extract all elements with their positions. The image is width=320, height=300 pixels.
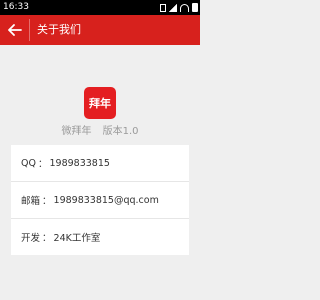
app-logo: 拜年: [84, 87, 116, 119]
contact-row-qq: QQ ： 1989833815: [11, 145, 189, 181]
contact-row-email: 邮箱 ： 1989833815@qq.com: [11, 182, 189, 218]
contact-label: 邮箱: [21, 196, 41, 207]
app-version: 版本1.0: [102, 126, 139, 137]
status-time: 16:33: [3, 2, 29, 12]
app-bar: 关于我们: [0, 15, 200, 45]
contact-value: 1989833815@qq.com: [53, 194, 159, 206]
signal-icon: [169, 3, 177, 12]
contact-row-developer: 开发 ： 24K工作室: [11, 219, 189, 255]
app-logo-text: 拜年: [89, 97, 111, 110]
app-name: 微拜年: [61, 126, 92, 137]
app-name-version: 微拜年 版本1.0: [0, 125, 200, 139]
contact-label: 开发: [21, 233, 41, 244]
contact-info-card: QQ ： 1989833815 邮箱 ： 1989833815@qq.com 开…: [11, 145, 189, 255]
back-arrow-icon[interactable]: [7, 21, 23, 39]
contact-label: QQ: [21, 157, 36, 169]
status-bar: 16:33: [0, 0, 200, 15]
status-icons: [160, 3, 198, 12]
battery-icon: [192, 3, 198, 12]
wifi-icon: [180, 3, 189, 12]
contact-value: 24K工作室: [53, 233, 101, 244]
app-bar-divider: [29, 19, 30, 41]
sim-icon: [160, 3, 166, 12]
page-title: 关于我们: [37, 23, 81, 36]
contact-value: 1989833815: [49, 157, 110, 169]
